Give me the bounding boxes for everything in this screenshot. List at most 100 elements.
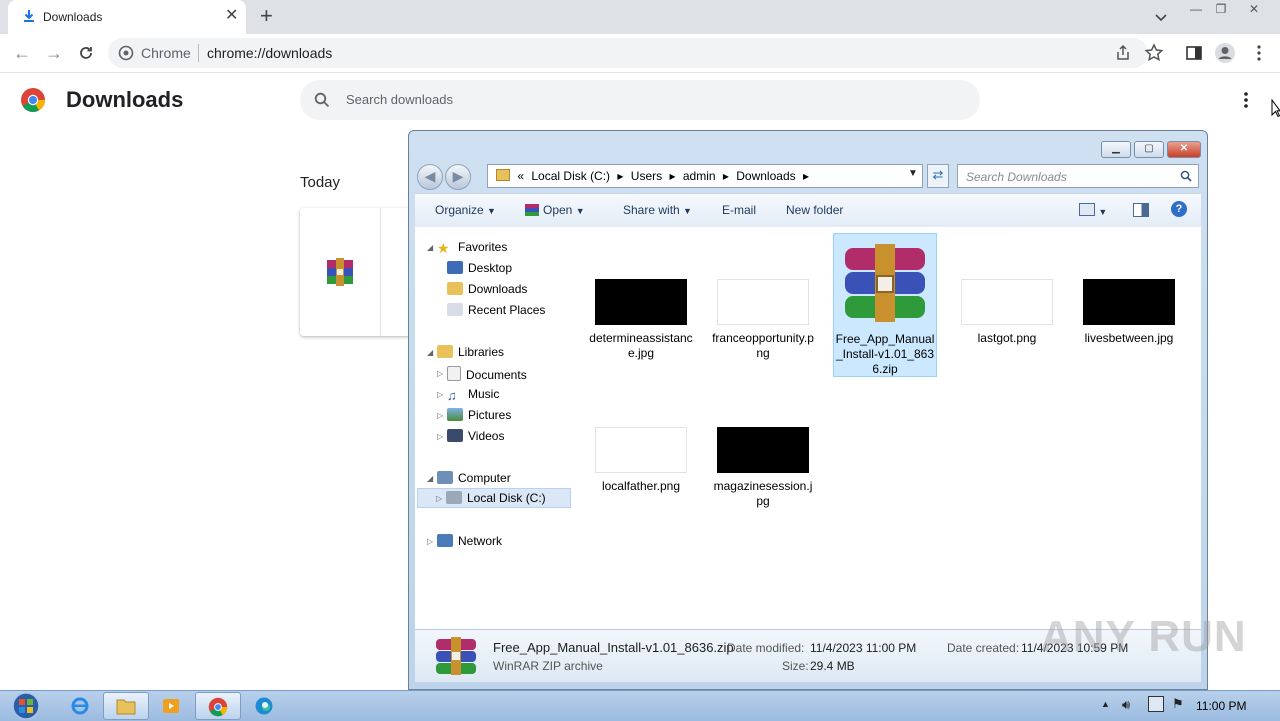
chevron-down-icon: ▼ xyxy=(487,206,496,216)
refresh-icon[interactable]: ⇄ xyxy=(927,164,949,188)
taskbar-clock[interactable]: 11:00 PM xyxy=(1196,699,1246,713)
nav-favorites[interactable]: ★ Favorites xyxy=(437,240,507,257)
nav-desktop[interactable]: Desktop xyxy=(447,261,512,275)
open-button[interactable]: Open ▼ xyxy=(525,203,585,217)
network-tray-icon[interactable] xyxy=(1148,696,1164,712)
tab-search-chevron-icon[interactable] xyxy=(1154,10,1168,24)
nav-network[interactable]: Network xyxy=(437,534,502,548)
nav-documents[interactable]: Documents xyxy=(447,366,527,382)
expand-arrow-icon[interactable]: ◢ xyxy=(427,243,433,252)
breadcrumb-separator[interactable]: ▸ xyxy=(803,169,809,183)
change-view-button[interactable]: ▼ xyxy=(1079,203,1107,218)
help-icon[interactable]: ? xyxy=(1171,201,1187,217)
nav-computer-label: Computer xyxy=(458,471,511,485)
tab-title: Downloads xyxy=(43,10,103,24)
address-bar[interactable]: « Local Disk (C:) ▸ Users ▸ admin ▸ Down… xyxy=(487,164,923,188)
collapsed-arrow-icon[interactable]: ▷ xyxy=(436,494,442,503)
expand-arrow-icon[interactable]: ◢ xyxy=(427,348,433,357)
breadcrumb-separator[interactable]: ▸ xyxy=(617,169,623,183)
tab-close-icon[interactable]: ✕ xyxy=(225,7,238,25)
file-item[interactable]: determineassistance.jpg xyxy=(589,279,693,361)
share-icon[interactable] xyxy=(1112,42,1134,64)
nav-local-disk-selected[interactable]: ▷ Local Disk (C:) xyxy=(417,488,571,508)
start-button[interactable] xyxy=(8,692,44,720)
folder-icon xyxy=(496,169,510,181)
breadcrumb-separator[interactable]: ▸ xyxy=(669,169,675,183)
forward-button[interactable]: ▶ xyxy=(445,164,471,190)
command-bar: Organize ▼ Open ▼ Share with ▼ E-mail Ne… xyxy=(415,193,1201,229)
taskbar-edge[interactable] xyxy=(241,692,287,720)
restore-button[interactable]: ❐ xyxy=(1209,0,1233,18)
email-button[interactable]: E-mail xyxy=(722,203,756,217)
new-tab-button[interactable]: + xyxy=(260,5,273,27)
taskbar-internet-explorer[interactable] xyxy=(57,692,103,720)
media-player-icon xyxy=(163,699,179,713)
explorer-search-input[interactable]: Search Downloads xyxy=(957,164,1199,188)
back-button[interactable]: ◀ xyxy=(417,164,443,190)
nav-computer[interactable]: Computer xyxy=(437,471,511,485)
file-item[interactable]: livesbetween.jpg xyxy=(1077,279,1181,346)
taskbar-media-player[interactable] xyxy=(149,692,195,720)
taskbar-chrome[interactable] xyxy=(195,692,241,720)
file-item[interactable]: localfather.png xyxy=(589,427,693,494)
forward-arrow-icon[interactable]: → xyxy=(44,43,64,63)
breadcrumb-admin[interactable]: admin xyxy=(683,169,716,183)
nav-recent-places[interactable]: Recent Places xyxy=(447,303,545,317)
minimize-button[interactable]: — xyxy=(1184,0,1208,18)
tray-expand-icon[interactable]: ▲ xyxy=(1101,699,1110,709)
file-item[interactable]: magazinesession.jpg xyxy=(711,427,815,509)
omnibox[interactable]: Chrome chrome://downloads xyxy=(108,38,1148,68)
download-icon xyxy=(24,10,34,22)
chrome-info-icon[interactable] xyxy=(118,45,134,61)
side-panel-icon[interactable] xyxy=(1183,42,1205,64)
action-center-flag-icon[interactable]: ⚑ xyxy=(1172,696,1184,712)
tab-downloads[interactable]: Downloads ✕ xyxy=(8,0,246,34)
collapsed-arrow-icon[interactable]: ▷ xyxy=(427,537,433,546)
breadcrumb: « Local Disk (C:) ▸ Users ▸ admin ▸ Down… xyxy=(496,169,813,183)
nav-downloads[interactable]: Downloads xyxy=(447,282,527,296)
file-item-selected[interactable]: Free_App_Manual_Install-v1.01_8636.zip xyxy=(833,233,937,377)
breadcrumb-overflow[interactable]: « xyxy=(517,169,524,183)
winrar-archive-icon xyxy=(845,244,925,322)
collapsed-arrow-icon[interactable]: ▷ xyxy=(437,432,443,441)
back-arrow-icon[interactable]: ← xyxy=(12,43,32,63)
view-icon xyxy=(1079,203,1095,216)
organize-button[interactable]: Organize ▼ xyxy=(435,203,496,217)
file-thumbnail xyxy=(595,279,687,325)
breadcrumb-downloads[interactable]: Downloads xyxy=(736,169,795,183)
date-section-heading: Today xyxy=(300,174,341,191)
expand-arrow-icon[interactable]: ◢ xyxy=(427,474,433,483)
volume-icon[interactable]: 🔊︎ xyxy=(1122,697,1130,713)
chrome-menu-icon[interactable] xyxy=(1248,42,1270,64)
file-item[interactable]: franceopportunity.png xyxy=(711,279,815,361)
share-with-label: Share with xyxy=(623,203,680,217)
nav-videos[interactable]: Videos xyxy=(447,429,504,443)
chrome-taskbar-icon xyxy=(208,697,228,717)
explorer-minimize-button[interactable]: ▁ xyxy=(1101,141,1131,158)
close-button[interactable]: ✕ xyxy=(1242,0,1266,18)
nav-libraries[interactable]: Libraries xyxy=(437,345,504,359)
explorer-close-button[interactable]: ✕ xyxy=(1167,141,1201,158)
explorer-maximize-button[interactable]: ▢ xyxy=(1134,141,1164,158)
omnibox-url[interactable]: chrome://downloads xyxy=(207,45,332,61)
downloads-more-icon[interactable] xyxy=(1236,90,1256,110)
address-dropdown-icon[interactable]: ▼ xyxy=(908,168,918,179)
downloads-search[interactable]: Search downloads xyxy=(300,80,980,120)
breadcrumb-local-disk[interactable]: Local Disk (C:) xyxy=(531,169,610,183)
bookmark-star-icon[interactable] xyxy=(1143,42,1165,64)
breadcrumb-separator[interactable]: ▸ xyxy=(723,169,729,183)
nav-pictures[interactable]: Pictures xyxy=(447,408,511,422)
collapsed-arrow-icon[interactable]: ▷ xyxy=(437,390,443,399)
nav-music[interactable]: ♫ Music xyxy=(447,387,499,403)
reload-icon[interactable] xyxy=(77,44,95,62)
winrar-details-icon xyxy=(436,637,476,675)
collapsed-arrow-icon[interactable]: ▷ xyxy=(437,411,443,420)
preview-pane-button[interactable] xyxy=(1133,203,1149,219)
collapsed-arrow-icon[interactable]: ▷ xyxy=(437,369,443,378)
breadcrumb-users[interactable]: Users xyxy=(631,169,662,183)
taskbar-explorer[interactable] xyxy=(103,692,149,720)
file-item[interactable]: lastgot.png xyxy=(955,279,1059,346)
new-folder-button[interactable]: New folder xyxy=(786,203,843,217)
share-with-button[interactable]: Share with ▼ xyxy=(623,203,692,217)
profile-avatar[interactable] xyxy=(1214,42,1236,64)
